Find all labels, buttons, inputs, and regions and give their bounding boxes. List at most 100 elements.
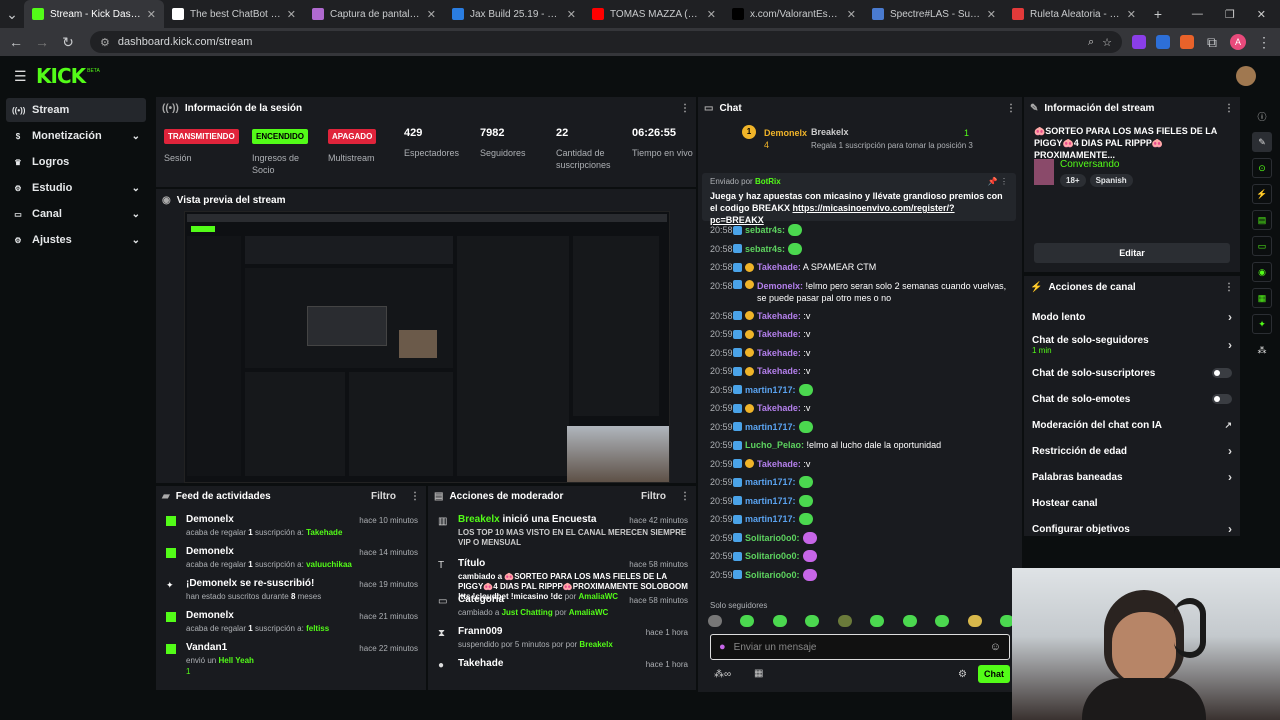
browser-tab[interactable]: Captura de pantalla por L ✕ [304, 0, 444, 28]
mod-by-user[interactable]: Breakelx [579, 640, 612, 649]
chat-username[interactable]: Takehade: [757, 459, 801, 469]
tab-close-icon[interactable]: ✕ [707, 8, 716, 21]
stream-tag[interactable]: Spanish [1089, 174, 1133, 187]
chat-username[interactable]: martin1717: [745, 385, 796, 395]
extension-fox-icon[interactable] [1180, 35, 1194, 49]
toggle-switch[interactable] [1212, 394, 1232, 404]
chat-username[interactable]: Takehade: [757, 329, 801, 339]
chat-message[interactable]: 20:59 Takehade: :v [698, 455, 1018, 474]
external-link-icon[interactable]: ↗ [1224, 420, 1232, 431]
chat-message[interactable]: 20:58 Takehade: :v [698, 307, 1018, 326]
sidebar-item-4[interactable]: ▭ Canal ⌄ [6, 202, 146, 226]
mod-action-name[interactable]: Breakelx [458, 514, 500, 525]
category-name[interactable]: Conversando [1060, 159, 1119, 170]
chat-username[interactable]: Solitario0o0: [745, 533, 800, 543]
chat-message[interactable]: 20:59 Solitario0o0: [698, 547, 1018, 566]
reload-icon[interactable]: ↻ [60, 34, 76, 51]
sidebar-item-2[interactable]: ♛ Logros [6, 150, 146, 174]
browser-tab[interactable]: Spectre#LAS - Summone ✕ [864, 0, 1004, 28]
mod-action-name[interactable]: Frann009 [458, 626, 502, 637]
mod-action-name[interactable]: Categoría [458, 594, 504, 605]
notes-icon[interactable]: ▤ [1252, 210, 1272, 230]
browser-tab[interactable]: Stream - Kick Dashboard ✕ [24, 0, 164, 28]
leader-two-name[interactable]: Breakelx [811, 127, 849, 137]
sidebar-item-5[interactable]: ⚙ Ajustes ⌄ [6, 228, 146, 252]
activity-target[interactable]: feltiss [306, 624, 329, 633]
chat-username[interactable]: sebatr4s: [745, 225, 785, 235]
channel-action-0[interactable]: Modo lento › [1024, 304, 1240, 330]
channel-action-4[interactable]: Moderación del chat con IA ↗ [1024, 412, 1240, 438]
activity-filter-button[interactable]: Filtro [371, 491, 396, 502]
bookmark-star-icon[interactable]: ☆ [1102, 36, 1112, 49]
clips-icon[interactable]: ⊙ [1252, 158, 1272, 178]
extension-twitch-icon[interactable] [1132, 35, 1146, 49]
channel-action-5[interactable]: Restricción de edad › [1024, 438, 1240, 464]
chat-message[interactable]: 20:58 Takehade: A SPAMEAR CTM [698, 258, 1018, 277]
chat-username[interactable]: martin1717: [745, 514, 796, 524]
hamburger-menu-icon[interactable]: ☰ [14, 68, 27, 85]
minimize-icon[interactable]: — [1192, 8, 1203, 21]
channel-action-6[interactable]: Palabras baneadas › [1024, 464, 1240, 490]
activity-target[interactable]: Takehade [306, 528, 342, 537]
stream-info-more-icon[interactable]: ⋮ [1224, 103, 1234, 114]
tab-close-icon[interactable]: ✕ [987, 8, 996, 21]
category-thumbnail[interactable] [1034, 159, 1054, 185]
chat-store-icon[interactable]: ▦ [754, 668, 763, 679]
browser-tab[interactable]: Ruleta Aleatoria - Selecto ✕ [1004, 0, 1144, 28]
browser-tab[interactable]: The best ChatBot and Wi ✕ [164, 0, 304, 28]
tab-list-icon[interactable]: ⌄ [0, 6, 24, 23]
emoji-icon[interactable]: ☺ [990, 641, 1001, 653]
channel-action-3[interactable]: Chat de solo-emotes [1024, 386, 1240, 412]
chat-message[interactable]: 20:59 Takehade: :v [698, 325, 1018, 344]
leader-one-name[interactable]: Demonelx [764, 128, 807, 138]
stream-tag[interactable]: 18+ [1060, 174, 1086, 187]
chat-message[interactable]: 20:59 martin1717: [698, 473, 1018, 492]
chat-bubble-icon[interactable]: ▭ [1252, 236, 1272, 256]
channel-actions-more-icon[interactable]: ⋮ [1224, 282, 1234, 293]
tab-close-icon[interactable]: ✕ [427, 8, 436, 21]
mod-category[interactable]: Just Chatting [502, 608, 553, 617]
emote-1[interactable] [708, 615, 722, 627]
chat-username[interactable]: Takehade: [757, 403, 801, 413]
restore-icon[interactable]: ❐ [1225, 8, 1235, 21]
mod-filter-button[interactable]: Filtro [641, 491, 666, 502]
chat-username[interactable]: Takehade: [757, 311, 801, 321]
kick-logo[interactable]: KICK [36, 64, 86, 88]
emote-5[interactable] [837, 615, 852, 627]
info-icon[interactable]: ⓘ [1252, 106, 1272, 126]
chat-message[interactable]: 20:59 Takehade: :v [698, 362, 1018, 381]
chat-username[interactable]: martin1717: [745, 496, 796, 506]
activity-target[interactable]: valuuchikaa [306, 560, 352, 569]
pin-icon[interactable]: 📌 ⋮ [988, 177, 1008, 186]
wrench-icon[interactable]: ✦ [1252, 314, 1272, 334]
more-options-icon[interactable]: ⋮ [680, 103, 690, 114]
mod-action-name[interactable]: Título [458, 558, 485, 569]
chat-message[interactable]: 20:59 martin1717: [698, 510, 1018, 529]
extensions-puzzle-icon[interactable]: ⧉ [1204, 34, 1220, 51]
chat-tools-icon[interactable]: ⁂∞ [714, 669, 731, 680]
chat-username[interactable]: martin1717: [745, 422, 796, 432]
edit-icon[interactable]: ✎ [1252, 132, 1272, 152]
channel-action-7[interactable]: Hostear canal [1024, 490, 1240, 516]
chevron-down-icon[interactable]: ⌄ [132, 131, 140, 142]
extension-audio-icon[interactable] [1156, 35, 1170, 49]
site-info-icon[interactable]: ⚙ [100, 36, 110, 49]
chat-settings-icon[interactable]: ⚙ [958, 669, 967, 680]
chat-username[interactable]: Takehade: [757, 262, 801, 272]
mod-by-user[interactable]: AmaliaWC [569, 608, 609, 617]
chat-username[interactable]: Takehade: [757, 366, 801, 376]
chat-input[interactable]: ● Enviar un mensaje ☺ [710, 634, 1010, 660]
broadcast-rail-icon[interactable]: ◉ [1252, 262, 1272, 282]
emote-6[interactable] [870, 615, 885, 627]
chat-username[interactable]: Solitario0o0: [745, 551, 800, 561]
toggle-switch[interactable] [1212, 368, 1232, 378]
window-close-icon[interactable]: ✕ [1257, 8, 1266, 21]
user-avatar[interactable] [1236, 66, 1256, 86]
zoom-icon[interactable]: ⌕ [1088, 36, 1094, 49]
emote-9[interactable] [967, 615, 982, 627]
chat-message[interactable]: 20:59 martin1717: [698, 492, 1018, 511]
tab-close-icon[interactable]: ✕ [847, 8, 856, 21]
chevron-down-icon[interactable]: ⌄ [132, 183, 140, 194]
chevron-right-icon[interactable]: › [1228, 522, 1232, 536]
sidebar-item-1[interactable]: $ Monetización ⌄ [6, 124, 146, 148]
